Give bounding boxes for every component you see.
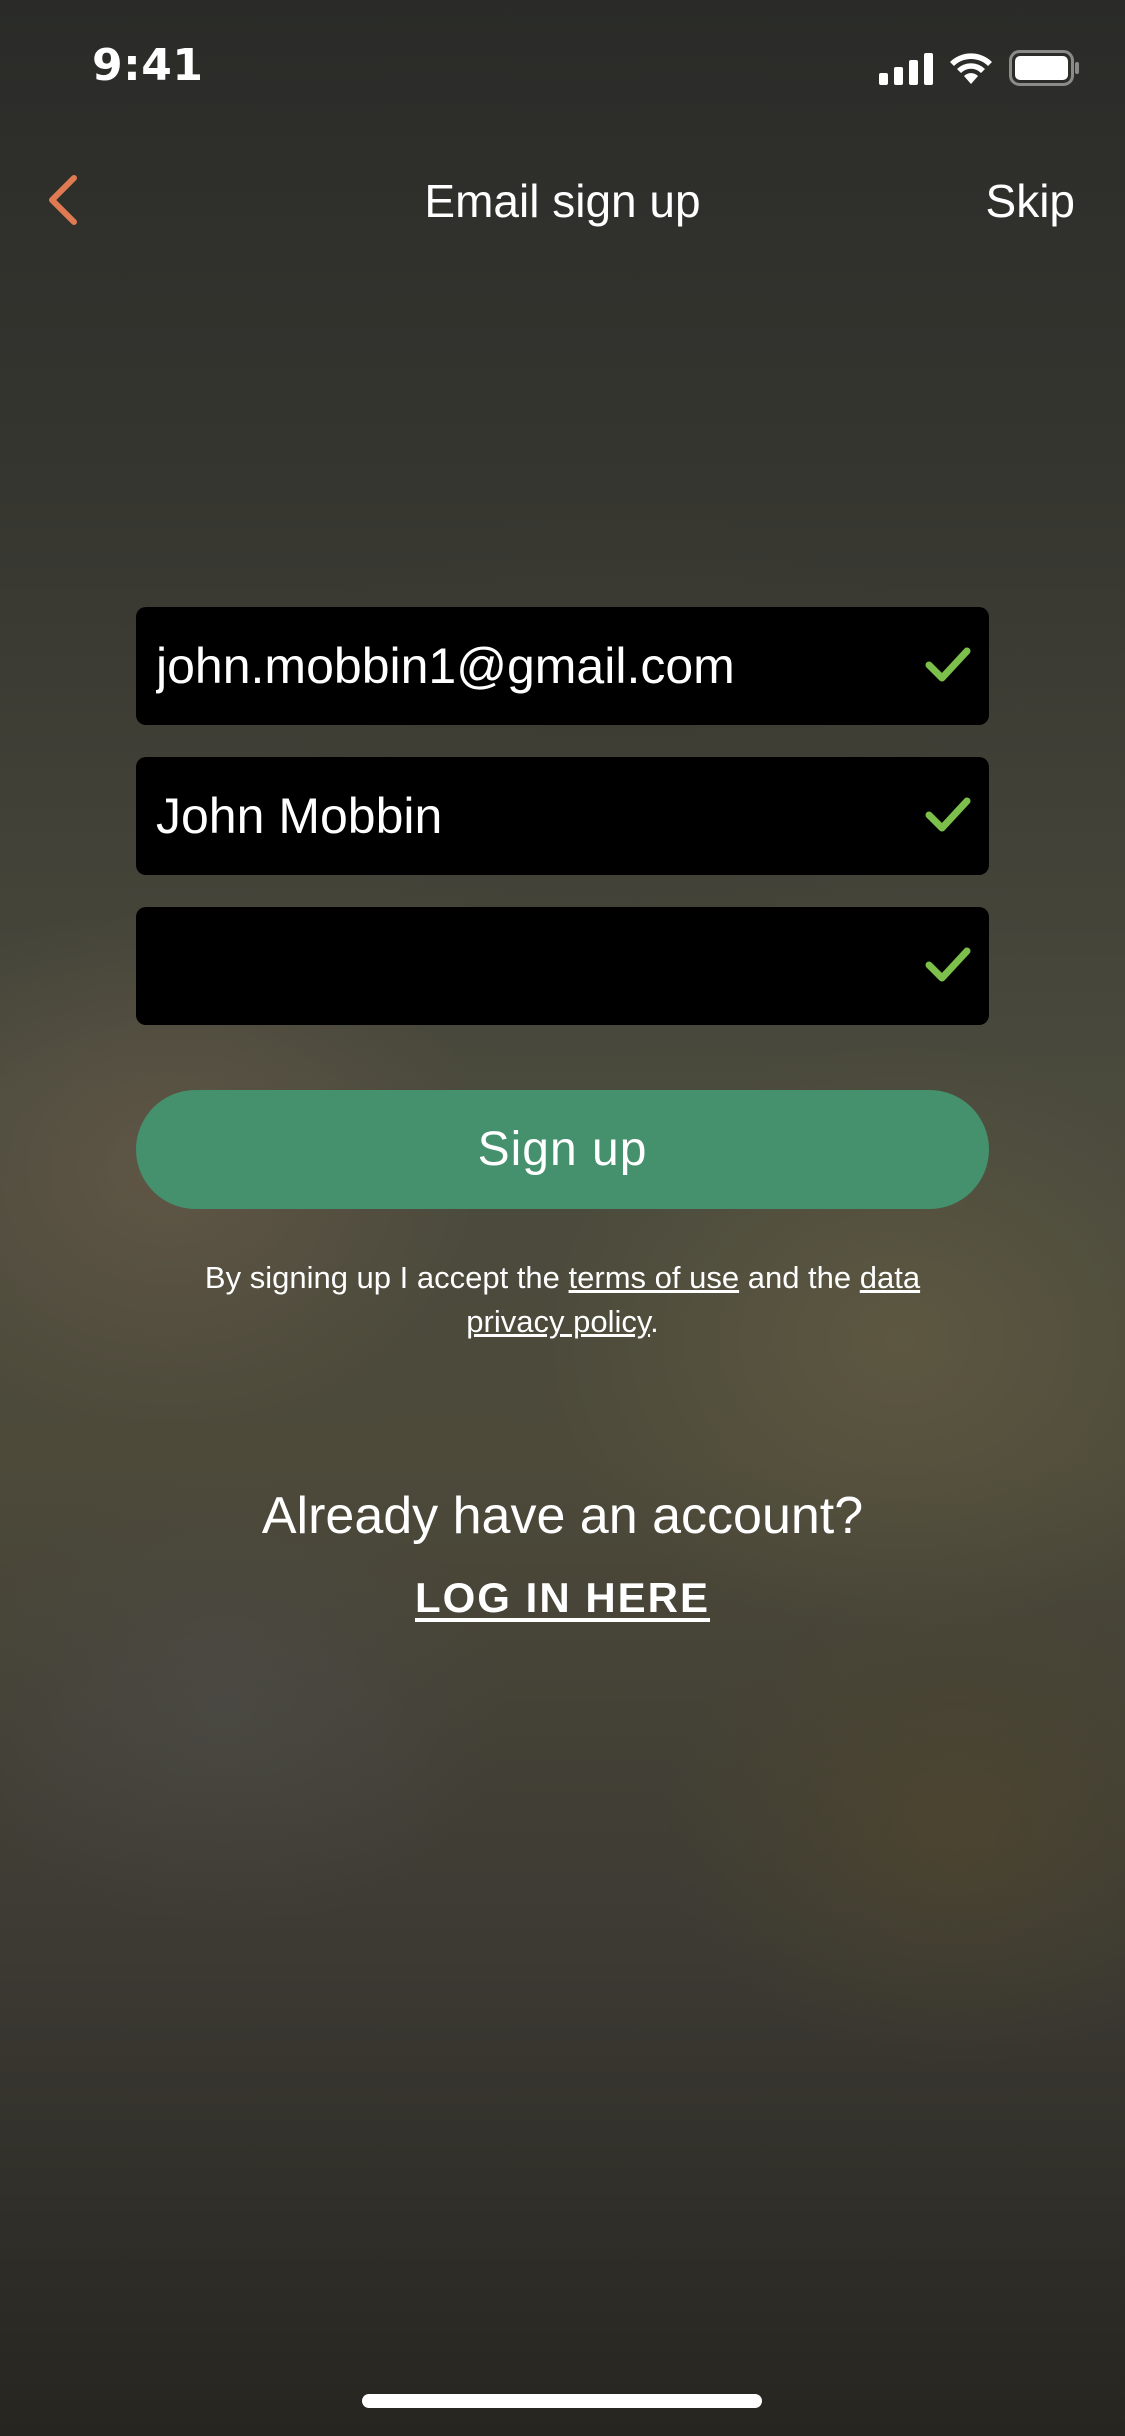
password-input[interactable] (156, 907, 896, 1025)
cellular-signal-icon (879, 51, 933, 85)
nav-header: Email sign up Skip (0, 160, 1125, 240)
terms-of-use-link[interactable]: terms of use (569, 1260, 740, 1295)
account-prompt: Already have an account? (261, 1487, 864, 1545)
skip-button[interactable]: Skip (986, 174, 1075, 228)
home-indicator (362, 2394, 762, 2408)
signup-screen: 9:41 Email sign up Skip john.mobbin1@gma… (0, 0, 1125, 2436)
wifi-icon (950, 53, 992, 84)
check-icon (925, 947, 971, 982)
terms-prefix: By signing up I accept the (204, 1260, 569, 1295)
terms-middle: and the (739, 1260, 860, 1295)
page-title: Email sign up (424, 175, 701, 227)
login-link[interactable]: LOG IN HERE (415, 1574, 710, 1621)
email-input[interactable] (156, 607, 896, 725)
status-time: 9:41 (92, 40, 204, 91)
status-icons (879, 50, 1081, 86)
signup-button[interactable]: Sign up (136, 1090, 989, 1209)
status-bar: 9:41 (0, 0, 1125, 132)
terms-notice: By signing up I accept the terms of use … (160, 1256, 965, 1344)
check-icon (925, 797, 971, 832)
email-field (136, 607, 989, 725)
password-field (136, 907, 989, 1025)
name-input[interactable] (156, 757, 896, 875)
terms-suffix: . (650, 1304, 659, 1339)
login-link-wrapper: LOG IN HERE (0, 1574, 1125, 1622)
battery-icon (1009, 50, 1079, 86)
check-icon (925, 647, 971, 682)
name-field (136, 757, 989, 875)
